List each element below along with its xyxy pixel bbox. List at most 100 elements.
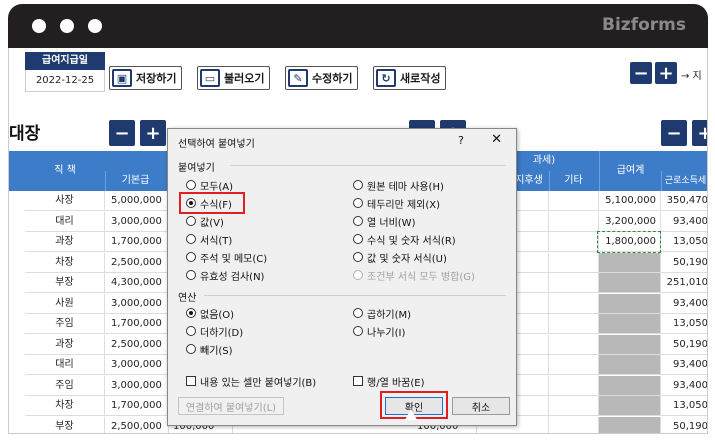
minus-button[interactable]: −	[109, 120, 135, 146]
skip-blanks-checkbox[interactable]: 내용 있는 셀만 붙여넣기(B)	[186, 373, 316, 389]
operation-left-option-3[interactable]: 빼기(S)	[186, 341, 233, 357]
plus-button[interactable]: +	[140, 120, 166, 146]
minus-button-top[interactable]: −	[630, 62, 652, 84]
cell-position[interactable]: 대리	[25, 211, 105, 232]
cell-other[interactable]	[549, 416, 599, 433]
radio-button[interactable]	[186, 308, 196, 318]
cell-position[interactable]: 차장	[25, 396, 105, 416]
cell-position[interactable]: 부장	[25, 273, 105, 293]
cell-pay-total[interactable]	[599, 252, 661, 273]
help-icon[interactable]: ?	[458, 134, 464, 147]
radio-button[interactable]	[186, 216, 196, 226]
cell-pay-total[interactable]	[599, 314, 661, 334]
cell-position[interactable]: 과장	[25, 334, 105, 355]
cell-pay-total[interactable]	[599, 375, 661, 396]
radio-button[interactable]	[353, 270, 363, 280]
operation-right-option-1[interactable]: 곱하기(M)	[353, 305, 411, 321]
cell-base-pay[interactable]: 2,500,000	[105, 334, 169, 355]
cell-income-tax[interactable]: 93,400	[661, 212, 707, 232]
cell-income-tax[interactable]: 251,010	[661, 273, 707, 293]
cell-base-pay[interactable]: 1,700,000	[105, 396, 169, 416]
radio-button[interactable]	[186, 252, 196, 262]
cell-income-tax[interactable]: 93,400	[661, 294, 707, 314]
paste-right-option-2[interactable]: 테두리만 제외(X)	[353, 195, 440, 211]
radio-button[interactable]	[186, 234, 196, 244]
cell-other[interactable]	[549, 375, 599, 396]
radio-button[interactable]	[353, 180, 363, 190]
cell-base-pay[interactable]: 5,000,000	[105, 191, 169, 211]
cell-position[interactable]: 사장	[25, 191, 105, 211]
cell-other[interactable]	[549, 273, 599, 293]
plus-button-right[interactable]: +	[692, 120, 707, 146]
close-icon[interactable]: ✕	[491, 132, 502, 147]
cell-pay-total[interactable]	[599, 355, 661, 375]
cell-other[interactable]	[549, 252, 599, 273]
cell-base-pay[interactable]: 3,000,000	[105, 375, 169, 396]
radio-button[interactable]	[186, 326, 196, 336]
paste-left-option-6[interactable]: 유효성 검사(N)	[186, 267, 264, 283]
paste-link-button[interactable]: 연결하여 붙여넣기(L)	[178, 397, 284, 415]
radio-button[interactable]	[186, 344, 196, 354]
cell-position[interactable]: 부장	[25, 416, 105, 433]
cell-other[interactable]	[549, 314, 599, 334]
radio-button[interactable]	[353, 326, 363, 336]
cell-income-tax[interactable]: 13,050	[661, 396, 707, 416]
skip-blanks-box[interactable]	[186, 376, 196, 386]
minus-button-right[interactable]: −	[661, 120, 687, 146]
cell-income-tax[interactable]: 50,190	[661, 335, 707, 355]
cell-other[interactable]	[549, 396, 599, 416]
cell-base-pay[interactable]: 1,700,000	[105, 232, 169, 252]
new-button[interactable]: ↻ 새로작성	[373, 66, 447, 90]
cell-income-tax[interactable]: 13,050	[661, 232, 707, 252]
cell-base-pay[interactable]: 3,000,000	[105, 355, 169, 375]
radio-button[interactable]	[353, 252, 363, 262]
radio-button[interactable]	[353, 308, 363, 318]
paste-right-option-4[interactable]: 수식 및 숫자 서식(R)	[353, 231, 456, 247]
cell-other[interactable]	[549, 334, 599, 355]
cell-position[interactable]: 사원	[25, 293, 105, 314]
cell-position[interactable]: 주임	[25, 314, 105, 334]
radio-button[interactable]	[353, 216, 363, 226]
cell-income-tax[interactable]: 13,050	[661, 314, 707, 334]
edit-button[interactable]: ✎ 수정하기	[285, 66, 359, 90]
pay-date-value[interactable]: 2022-12-25	[25, 70, 105, 92]
cell-pay-total[interactable]: 5,100,000	[599, 191, 661, 211]
radio-button[interactable]	[186, 180, 196, 190]
cell-other[interactable]	[549, 232, 599, 252]
operation-left-option-2[interactable]: 더하기(D)	[186, 323, 243, 339]
cell-base-pay[interactable]: 2,500,000	[105, 252, 169, 273]
radio-button[interactable]	[353, 234, 363, 244]
window-dot-1-icon[interactable]	[32, 19, 46, 33]
cell-other[interactable]	[549, 191, 599, 211]
cell-base-pay[interactable]: 4,300,000	[105, 273, 169, 293]
paste-right-option-5[interactable]: 값 및 숫자 서식(U)	[353, 249, 447, 265]
cell-income-tax[interactable]: 350,470	[661, 191, 707, 211]
load-button[interactable]: ▭ 불러오기	[197, 66, 271, 90]
operation-left-option-1[interactable]: 없음(O)	[186, 305, 234, 321]
paste-right-option-1[interactable]: 원본 테마 사용(H)	[353, 177, 444, 193]
cell-pay-total[interactable]	[599, 334, 661, 355]
window-dot-3-icon[interactable]	[88, 19, 102, 33]
cell-other[interactable]	[549, 355, 599, 375]
cell-position[interactable]: 주임	[25, 375, 105, 396]
plus-button-top[interactable]: +	[655, 62, 677, 84]
cell-base-pay[interactable]: 2,500,000	[105, 416, 169, 433]
paste-left-option-1[interactable]: 모두(A)	[186, 177, 233, 193]
cell-income-tax[interactable]: 50,190	[661, 417, 707, 434]
cell-income-tax[interactable]: 93,400	[661, 376, 707, 396]
paste-right-option-6[interactable]: 조건부 서식 모두 병합(G)	[353, 267, 475, 283]
cell-pay-total[interactable]	[599, 273, 661, 293]
cell-income-tax[interactable]: 93,400	[661, 355, 707, 375]
paste-left-option-4[interactable]: 서식(T)	[186, 231, 232, 247]
radio-button[interactable]	[353, 198, 363, 208]
radio-button[interactable]	[186, 270, 196, 280]
cancel-button[interactable]: 취소	[452, 397, 510, 415]
transpose-box[interactable]	[353, 376, 363, 386]
cell-other[interactable]	[549, 211, 599, 232]
cell-pay-total[interactable]: 3,200,000	[599, 211, 661, 232]
cell-base-pay[interactable]: 3,000,000	[105, 293, 169, 314]
window-dot-2-icon[interactable]	[60, 19, 74, 33]
paste-left-option-3[interactable]: 값(V)	[186, 213, 224, 229]
cell-position[interactable]: 과장	[25, 232, 105, 252]
cell-base-pay[interactable]: 1,700,000	[105, 314, 169, 334]
